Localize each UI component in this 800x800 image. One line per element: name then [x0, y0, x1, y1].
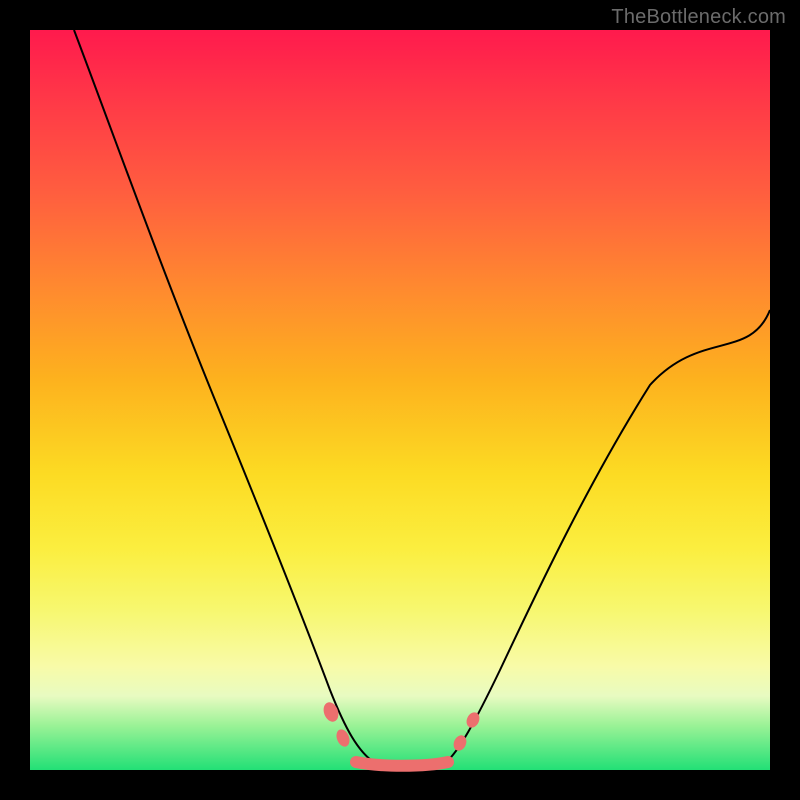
highlight-dot-left-upper: [321, 700, 341, 724]
chart-frame: TheBottleneck.com: [0, 0, 800, 800]
valley-highlight: [356, 762, 448, 766]
curve-layer: [30, 30, 770, 770]
plot-area: [30, 30, 770, 770]
watermark-text: TheBottleneck.com: [611, 6, 786, 29]
bottleneck-curve: [74, 30, 770, 767]
